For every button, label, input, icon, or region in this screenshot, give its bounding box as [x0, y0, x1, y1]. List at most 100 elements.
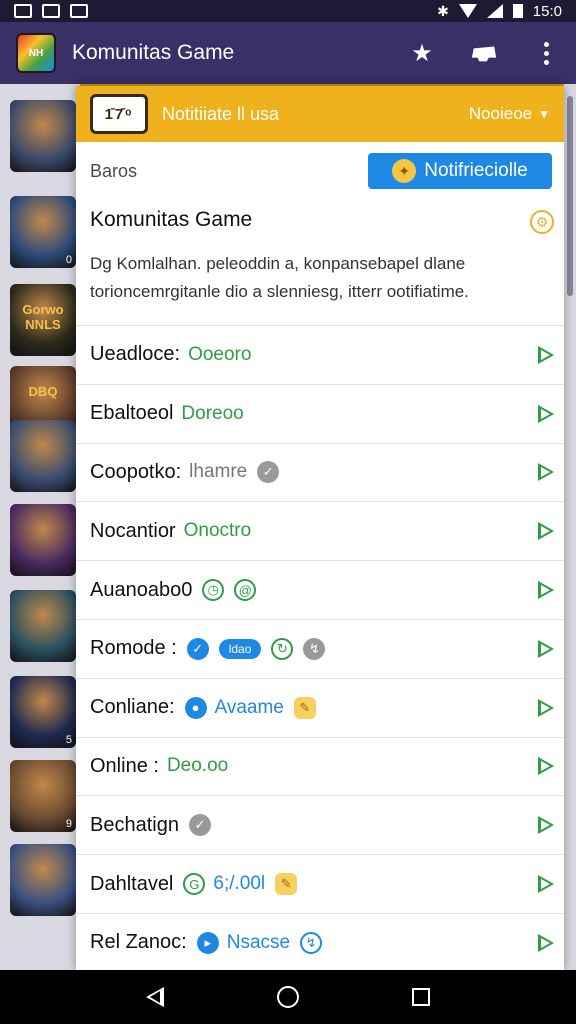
app-bar: NH Komunitas Game ★: [0, 22, 576, 84]
game-thumbnail[interactable]: [10, 100, 76, 172]
bell-icon: ✦: [392, 159, 417, 183]
row-label: Conliane:: [90, 696, 175, 719]
settings-row[interactable]: Romode : ✓ ldao ↻ ↯: [76, 620, 564, 679]
play-arrow-icon[interactable]: [538, 933, 554, 952]
notification-panel: 1̄7̄ᵒ Notitiiate ll usa Nooieoe ▼ Baros …: [76, 86, 564, 970]
sort-label: Nooieoe: [468, 104, 533, 123]
settings-row[interactable]: Bechatign ✓: [76, 796, 564, 856]
play-arrow-icon[interactable]: [538, 816, 554, 835]
row-label: Ueadloce:: [90, 343, 181, 366]
row-label: Romode :: [90, 637, 177, 660]
sort-dropdown[interactable]: Nooieoe ▼: [469, 104, 550, 124]
row-label: Dahltavel: [90, 872, 174, 895]
wifi-icon: [458, 4, 477, 18]
star-icon[interactable]: ★: [408, 39, 436, 67]
play-arrow-icon[interactable]: [538, 522, 554, 541]
game-thumbnail-count: 0: [65, 254, 72, 266]
game-thumbnail-title: DBQ: [28, 384, 58, 399]
game-thumbnail-title: Gorwo NNLS: [22, 302, 64, 332]
game-thumbnail[interactable]: 5: [10, 676, 76, 748]
verified-icon: ✓: [186, 637, 209, 660]
edit-icon: ✎: [275, 873, 298, 896]
row-label: Online :: [90, 754, 159, 777]
g-icon: G: [183, 873, 206, 896]
scrollbar[interactable]: [567, 96, 573, 296]
panel-badge: 1̄7̄ᵒ: [90, 94, 148, 134]
game-thumbnail[interactable]: [10, 420, 76, 492]
dot-icon: ●: [184, 696, 207, 719]
signal-icon: ↯: [303, 637, 326, 660]
at-icon: @: [234, 579, 257, 602]
app-logo[interactable]: NH: [16, 33, 56, 73]
back-icon[interactable]: [146, 987, 165, 1007]
community-info: Komunitas Game ⚙ Dg Komlalhan. peleoddin…: [76, 200, 564, 326]
tag-pill: ldao: [218, 638, 262, 659]
play-arrow-icon[interactable]: [538, 698, 554, 717]
notification-icon: [42, 4, 60, 18]
settings-row[interactable]: Rel Zanoc: ▸ Nsacse ↯: [76, 914, 564, 970]
edit-icon: ✎: [293, 696, 316, 719]
play-icon: ▸: [196, 931, 219, 954]
game-thumbnail[interactable]: [10, 504, 76, 576]
check-circle-icon: ✓: [188, 814, 211, 837]
row-label: Auanoabo0: [90, 578, 193, 601]
status-bar: ✱ 15:0: [0, 0, 576, 22]
game-thumbnail[interactable]: [10, 590, 76, 662]
bluetooth-icon: ✱: [437, 2, 449, 19]
app-title: Komunitas Game: [72, 41, 235, 64]
settings-list: Ueadloce: Ooeoro Ebaltoeol Doreoo Coopotko: l…: [76, 326, 564, 970]
settings-row[interactable]: Dahltavel G 6;/.00l ✎: [76, 855, 564, 914]
play-arrow-icon[interactable]: [538, 345, 554, 364]
row-label: Ebaltoeol: [90, 402, 174, 425]
more-options-icon[interactable]: [532, 39, 560, 67]
play-arrow-icon[interactable]: [538, 875, 554, 894]
cell-signal-icon: [486, 4, 503, 18]
filter-label: Baros: [90, 160, 138, 181]
play-arrow-icon[interactable]: [538, 757, 554, 776]
settings-row[interactable]: Coopotko: lhamre ✓: [76, 444, 564, 503]
row-value: 6;/.00l: [213, 873, 266, 895]
play-arrow-icon[interactable]: [538, 581, 554, 600]
notification-icon: [70, 4, 88, 18]
settings-row[interactable]: Online : Deo.oo: [76, 738, 564, 797]
community-description: Dg Komlalhan. peleoddin a, konpansebapel…: [90, 254, 469, 301]
game-thumbnail-count: 5: [65, 734, 72, 746]
game-thumbnail[interactable]: 9: [10, 760, 76, 832]
panel-title: Notitiiate ll usa: [162, 103, 280, 124]
game-thumbnail-count: 9: [65, 818, 72, 830]
play-arrow-icon[interactable]: [538, 463, 554, 482]
status-time: 15:0: [532, 2, 562, 20]
settings-row[interactable]: Nocantior Onoctro: [76, 502, 564, 562]
row-value: Avaame: [214, 696, 284, 718]
row-value: Onoctro: [183, 520, 252, 542]
row-value: Doreoo: [181, 402, 244, 424]
chevron-down-icon: ▼: [538, 107, 550, 121]
refresh-icon: ↻: [271, 637, 294, 660]
settings-row[interactable]: Ebaltoeol Doreoo: [76, 385, 564, 444]
settings-row[interactable]: Conliane: ● Avaame ✎: [76, 679, 564, 738]
screen: ✱ 15:0 NH Komunitas Game ★ 0 Gorwo NNLS DB…: [0, 0, 576, 1024]
community-title: Komunitas Game: [90, 208, 253, 231]
notification-icon: [14, 4, 32, 18]
row-value: lhamre: [189, 461, 248, 483]
play-arrow-icon[interactable]: [538, 404, 554, 423]
notification-button[interactable]: ✦ Notifrieciolle: [368, 153, 552, 189]
row-value: Ooeoro: [188, 343, 252, 365]
play-arrow-icon[interactable]: [538, 639, 554, 658]
home-icon[interactable]: [276, 986, 299, 1008]
game-thumbnail[interactable]: [10, 844, 76, 916]
row-value: Deo.oo: [166, 755, 229, 777]
row-label: Coopotko:: [90, 460, 182, 483]
panel-header: 1̄7̄ᵒ Notitiiate ll usa Nooieoe ▼: [76, 86, 564, 142]
game-thumbnail[interactable]: Gorwo NNLS: [10, 284, 76, 356]
settings-row[interactable]: Ueadloce: Ooeoro: [76, 326, 564, 385]
settings-icon[interactable]: ⚙: [530, 210, 554, 234]
game-controller-icon[interactable]: [470, 39, 498, 67]
row-label: Rel Zanoc:: [90, 931, 187, 954]
settings-row[interactable]: Auanoabo0 ◷ @: [76, 561, 564, 620]
check-circle-icon: ✓: [257, 461, 280, 484]
navigation-bar: [0, 970, 576, 1024]
row-value: Nsacse: [226, 931, 291, 953]
recent-apps-icon[interactable]: [411, 988, 430, 1006]
game-thumbnail[interactable]: 0: [10, 196, 76, 268]
